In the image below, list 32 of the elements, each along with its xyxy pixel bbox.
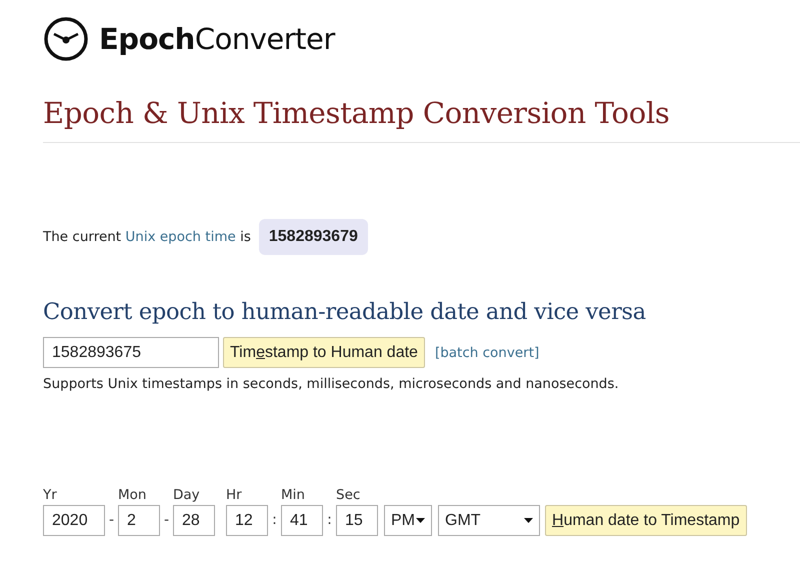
ampm-select[interactable]: PM [384,505,432,536]
timestamp-input[interactable]: 1582893675 [43,337,219,368]
logo-text: EpochConverter [99,22,335,56]
clock-icon [43,16,89,62]
separator-text: - [162,511,170,530]
date-field-label: Day [173,487,201,503]
caret-icon [416,518,425,523]
timezone-select[interactable]: GMT [438,505,540,536]
separator-text: : [326,511,333,530]
date-field-label: Sec [336,487,362,503]
human-to-timestamp-button[interactable]: Human date to Timestamp [545,505,747,536]
date-input[interactable]: 15 [336,505,378,536]
timestamp-to-human-button[interactable]: Timestamp to Human date [223,337,425,368]
date-field-label: Mon [118,487,148,503]
caret-icon [524,518,533,523]
support-note: Supports Unix timestamps in seconds, milliseconds, microseconds and nanoseconds. [43,376,620,392]
date-input[interactable]: 2020 [43,505,105,536]
page-title: Epoch & Unix Timestamp Conversion Tools [43,96,670,130]
current-time-text: The current Unix epoch time is [43,229,251,245]
batch-convert-link[interactable]: [batch convert] [434,344,540,360]
date-field-label: Yr [43,487,58,503]
date-input[interactable]: 12 [226,505,268,536]
date-input[interactable]: 28 [173,505,215,536]
date-input[interactable]: 2 [118,505,160,536]
date-input[interactable]: 41 [281,505,323,536]
separator-text: - [108,511,116,530]
unix-epoch-link[interactable]: Unix epoch time [125,229,236,245]
separator-text: : [271,511,278,530]
section-heading: Convert epoch to human-readable date and vice versa [43,299,646,325]
date-field-label: Min [281,487,306,503]
date-field-label: Hr [226,487,243,503]
current-epoch-value: 1582893679 [258,219,368,255]
